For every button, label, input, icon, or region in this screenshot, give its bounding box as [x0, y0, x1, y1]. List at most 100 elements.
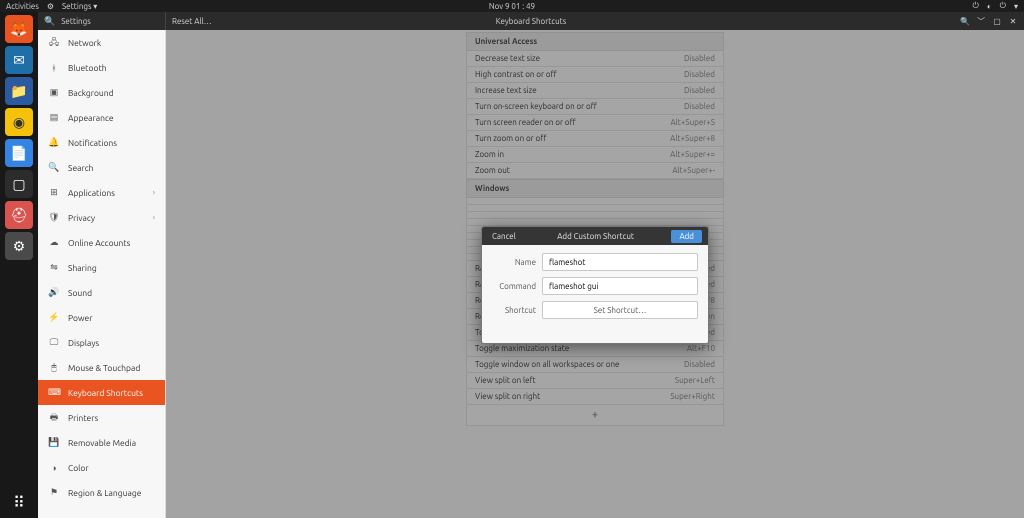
minimize-icon[interactable]: ﹀: [976, 16, 986, 26]
sidebar-item-applications[interactable]: ⊞ Applications ›: [38, 180, 165, 205]
sidebar-item-appearance[interactable]: ▤Appearance: [38, 105, 165, 130]
settings-window: 🔍 Settings Reset All… Keyboard Shortcuts…: [38, 12, 1024, 518]
sidebar-item-label: Search: [68, 163, 94, 173]
sidebar-item-label: Privacy: [68, 213, 95, 223]
window-content: 🖧 Network ᚼ Bluetooth ▣ Background ▤Appearance…: [38, 30, 1024, 518]
sidebar-item-label: Displays: [68, 338, 99, 348]
sidebar-item-label: Applications: [68, 188, 115, 198]
headerbar-left-title: Settings: [61, 17, 90, 26]
sidebar-icon: 🖱: [48, 362, 60, 373]
command-input[interactable]: [542, 277, 698, 295]
command-label: Command: [492, 282, 536, 291]
sidebar-item-keyboard-shortcuts[interactable]: ⌨ Keyboard Shortcuts: [38, 380, 165, 405]
dock-thunderbird-icon[interactable]: ✉: [5, 46, 33, 74]
sidebar-icon: ⇋: [48, 262, 60, 273]
sidebar-icon: ◑: [48, 463, 60, 473]
close-icon[interactable]: ✕: [1008, 16, 1018, 26]
sidebar-icon: ⌨: [48, 387, 60, 398]
sidebar-icon: 🛡: [48, 212, 60, 223]
sidebar-item-search[interactable]: 🔍 Search: [38, 155, 165, 180]
sidebar-icon: ⊞: [48, 187, 60, 198]
sidebar-icon: ⚡: [48, 312, 60, 323]
sidebar-item-online-accounts[interactable]: ☁ Online Accounts: [38, 230, 165, 255]
sidebar-icon: ☁: [48, 237, 60, 248]
sidebar-item-label: Sharing: [68, 263, 97, 273]
app-menu[interactable]: Settings ▾: [62, 2, 97, 11]
sidebar-item-printers[interactable]: 🖶 Printers: [38, 405, 165, 430]
sidebar-item-background[interactable]: ▣ Background: [38, 80, 165, 105]
sidebar-icon: 💾: [48, 437, 60, 448]
settings-main-panel: Universal AccessDecrease text sizeDisabl…: [166, 30, 1024, 518]
network-indicator-icon[interactable]: ⏻: [972, 1, 978, 11]
dock: 🦊 ✉ 📁 ◉ 📄 ▢ ⛑ ⚙ ⠿: [0, 12, 38, 518]
sidebar-icon: ▤: [48, 112, 60, 123]
maximize-icon[interactable]: ▢: [992, 16, 1002, 26]
chevron-right-icon: ›: [153, 213, 155, 222]
sidebar-icon: ⚑: [48, 487, 60, 498]
sidebar-item-bluetooth[interactable]: ᚼ Bluetooth: [38, 55, 165, 80]
dock-settings-icon[interactable]: ⚙: [5, 232, 33, 260]
dialog-header: Cancel Add Custom Shortcut Add: [482, 227, 708, 245]
gear-icon: ⚙: [47, 2, 54, 11]
show-applications-icon[interactable]: ⠿: [13, 493, 25, 512]
settings-sidebar: 🖧 Network ᚼ Bluetooth ▣ Background ▤Appearance…: [38, 30, 166, 518]
power-indicator-icon[interactable]: ⏻: [1000, 1, 1006, 11]
cancel-button[interactable]: Cancel: [488, 230, 520, 243]
sidebar-item-privacy[interactable]: 🛡 Privacy ›: [38, 205, 165, 230]
dock-firefox-icon[interactable]: 🦊: [5, 15, 33, 43]
dock-rhythmbox-icon[interactable]: ◉: [5, 108, 33, 136]
volume-indicator-icon[interactable]: ◐: [987, 2, 992, 11]
clock[interactable]: Nov 9 01 : 49: [489, 2, 535, 11]
add-shortcut-dialog: Cancel Add Custom Shortcut Add Name Comm…: [481, 226, 709, 344]
headerbar-right-title: Keyboard Shortcuts: [496, 17, 567, 26]
sidebar-item-label: Removable Media: [68, 438, 136, 448]
reset-all-button[interactable]: Reset All…: [172, 17, 212, 26]
sidebar-item-sharing[interactable]: ⇋ Sharing: [38, 255, 165, 280]
sidebar-item-label: Bluetooth: [68, 63, 107, 73]
name-label: Name: [492, 258, 536, 267]
sidebar-item-label: Sound: [68, 288, 92, 298]
sidebar-item-label: Notifications: [68, 138, 117, 148]
sidebar-item-label: Mouse & Touchpad: [68, 363, 140, 373]
dialog-body: Name Command Shortcut Set Shortcut…: [482, 245, 708, 343]
sidebar-item-removable-media[interactable]: 💾 Removable Media: [38, 430, 165, 455]
sidebar-icon: 🔔: [48, 137, 60, 148]
sidebar-item-label: Color: [68, 463, 89, 473]
sidebar-item-label: Keyboard Shortcuts: [68, 388, 143, 398]
activities-button[interactable]: Activities: [6, 2, 39, 11]
sidebar-item-label: Background: [68, 88, 114, 98]
sidebar-item-label: Region & Language: [68, 488, 141, 498]
sidebar-icon: 🖧: [48, 35, 60, 51]
dock-files-icon[interactable]: 📁: [5, 77, 33, 105]
search-icon[interactable]: 🔍: [960, 16, 970, 26]
add-button[interactable]: Add: [671, 230, 702, 243]
sidebar-item-displays[interactable]: 🖵 Displays: [38, 330, 165, 355]
sidebar-item-label: Network: [68, 38, 101, 48]
sidebar-item-label: Online Accounts: [68, 238, 130, 248]
sidebar-item-region-language[interactable]: ⚑ Region & Language: [38, 480, 165, 505]
name-input[interactable]: [542, 253, 698, 271]
dock-texteditor-icon[interactable]: 📄: [5, 139, 33, 167]
search-icon[interactable]: 🔍: [44, 16, 55, 27]
sidebar-item-color[interactable]: ◑ Color: [38, 455, 165, 480]
sidebar-icon: 🖶: [48, 410, 60, 426]
dock-help-icon[interactable]: ⛑: [5, 201, 33, 229]
sidebar-item-mouse-touchpad[interactable]: 🖱 Mouse & Touchpad: [38, 355, 165, 380]
sidebar-item-notifications[interactable]: 🔔 Notifications: [38, 130, 165, 155]
sidebar-icon: 🔊: [48, 287, 60, 298]
sidebar-item-power[interactable]: ⚡Power: [38, 305, 165, 330]
sidebar-icon: ᚼ: [48, 63, 60, 73]
sidebar-item-label: Printers: [68, 413, 98, 423]
sidebar-item-network[interactable]: 🖧 Network: [38, 30, 165, 55]
dialog-title: Add Custom Shortcut: [557, 232, 634, 241]
sidebar-icon: 🖵: [48, 337, 60, 348]
sidebar-item-sound[interactable]: 🔊 Sound: [38, 280, 165, 305]
caret-down-icon[interactable]: ▾: [1014, 2, 1018, 11]
set-shortcut-button[interactable]: Set Shortcut…: [542, 301, 698, 319]
chevron-right-icon: ›: [153, 188, 155, 197]
shortcut-label: Shortcut: [492, 306, 536, 315]
sidebar-icon: ▣: [48, 87, 60, 98]
dock-terminal-icon[interactable]: ▢: [5, 170, 33, 198]
modal-overlay: Cancel Add Custom Shortcut Add Name Comm…: [166, 30, 1024, 518]
sidebar-icon: 🔍: [48, 162, 60, 173]
